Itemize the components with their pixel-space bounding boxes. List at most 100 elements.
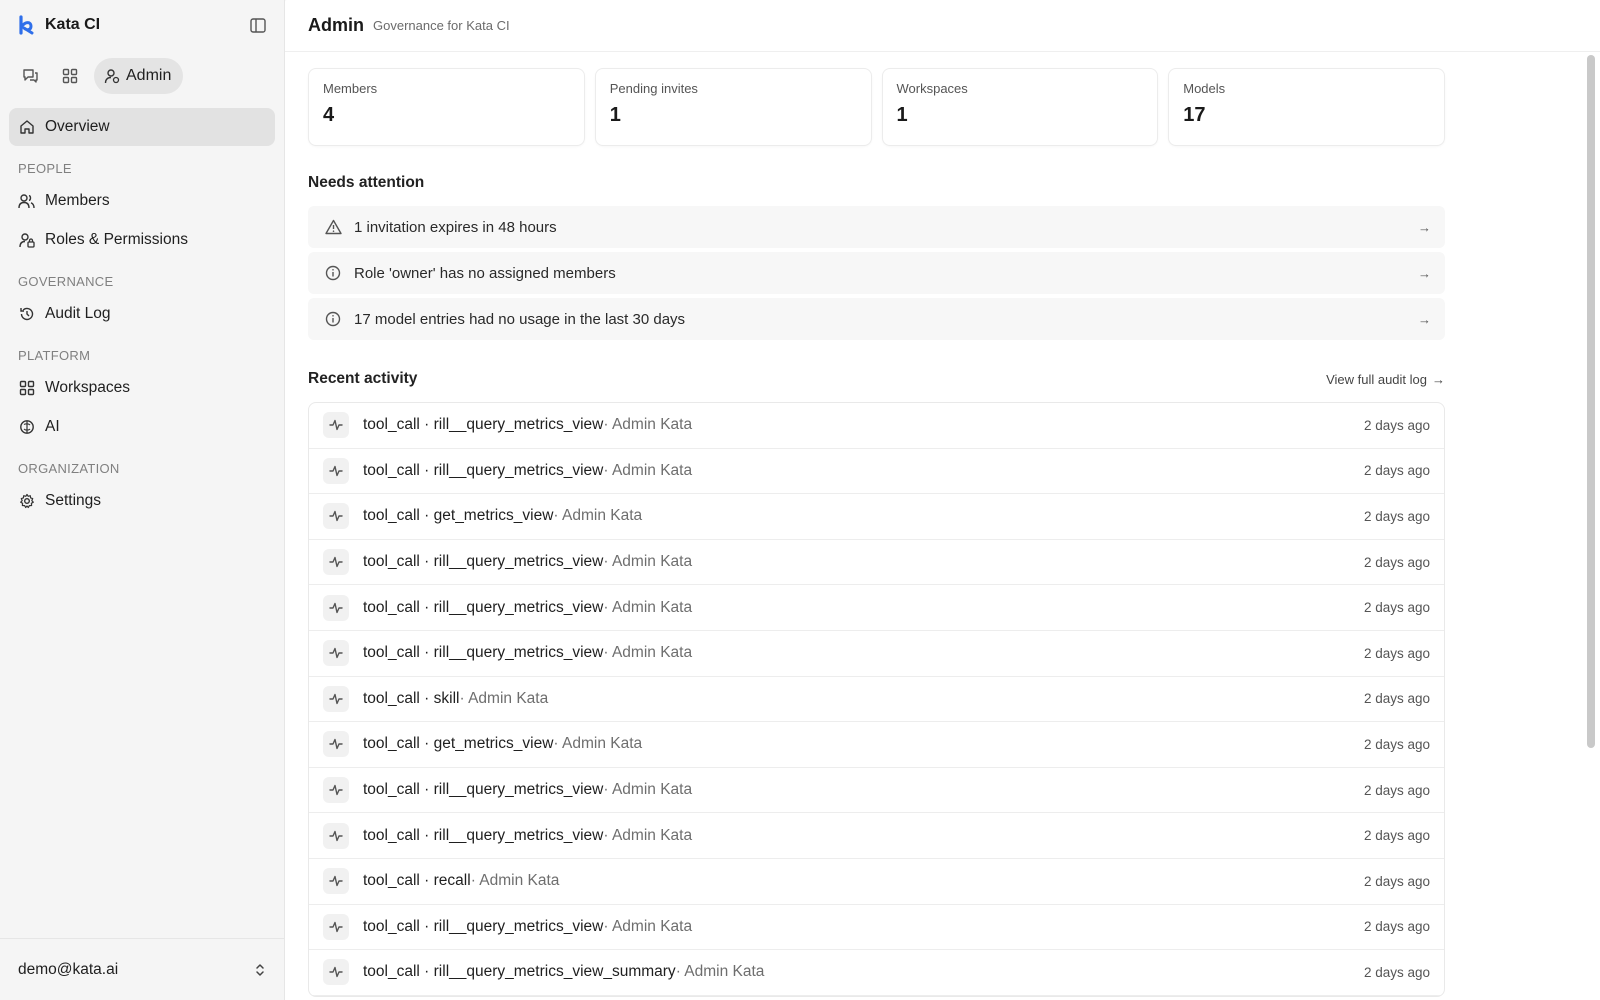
activity-row[interactable]: tool_call · skill · Admin Kata 2 days ago: [309, 677, 1444, 723]
sidebar-item-workspaces[interactable]: Workspaces: [9, 369, 275, 407]
activity-actor: · Admin Kata: [603, 416, 693, 434]
ai-brain-icon: [18, 419, 35, 436]
activity-row[interactable]: tool_call · get_metrics_view · Admin Kat…: [309, 494, 1444, 540]
grid-icon: [62, 68, 78, 84]
activity-row[interactable]: tool_call · rill__query_metrics_view · A…: [309, 540, 1444, 586]
stat-card-pending-invites: Pending invites 1: [594, 68, 872, 146]
activity-pulse-icon: [323, 640, 349, 667]
activity-time: 2 days ago: [1363, 645, 1430, 661]
activity-event: tool_call · rill__query_metrics_view_sum…: [363, 963, 676, 981]
stats-row: Members 4 Pending invites 1 Workspaces 1…: [308, 68, 1445, 146]
recent-activity-title: Recent activity: [308, 370, 418, 387]
activity-time: 2 days ago: [1363, 508, 1430, 524]
activity-actor: · Admin Kata: [459, 689, 549, 707]
page-header: Admin Governance for Kata CI: [285, 0, 1600, 52]
activity-pulse-icon: [323, 822, 349, 849]
activity-pulse-icon: [323, 549, 349, 576]
attention-item[interactable]: 17 model entries had no usage in the las…: [308, 298, 1445, 340]
account-switcher[interactable]: demo@kata.ai: [0, 938, 284, 1000]
history-icon: [18, 306, 35, 323]
sidebar-item-audit-log[interactable]: Audit Log: [9, 295, 275, 333]
app-shell: Kata CI Admin Overview PEOPLE Members Ro…: [0, 0, 1600, 1000]
activity-row[interactable]: tool_call · rill__query_metrics_view · A…: [309, 449, 1444, 495]
view-full-audit-log-link[interactable]: View full audit log →: [1326, 372, 1445, 387]
stat-label: Pending invites: [609, 81, 698, 96]
recent-activity-list: tool_call · rill__query_metrics_view · A…: [308, 402, 1445, 997]
activity-event: tool_call · rill__query_metrics_view: [363, 553, 604, 571]
activity-time: 2 days ago: [1363, 919, 1430, 935]
chat-bubbles-icon: [22, 69, 38, 83]
activity-event: tool_call · rill__query_metrics_view: [363, 461, 604, 479]
sidebar-item-label: AI: [45, 418, 60, 435]
kata-logo-icon: [19, 15, 34, 35]
activity-pulse-icon: [323, 959, 349, 986]
attention-item[interactable]: 1 invitation expires in 48 hours →: [308, 206, 1445, 248]
activity-event: tool_call · rill__query_metrics_view: [363, 416, 604, 434]
activity-event: tool_call · rill__query_metrics_view: [363, 598, 604, 616]
sidebar-toggle-button[interactable]: [246, 14, 270, 36]
activity-time: 2 days ago: [1363, 600, 1430, 616]
admin-label: Admin: [126, 67, 172, 84]
activity-actor: · Admin Kata: [553, 507, 643, 525]
activity-actor: · Admin Kata: [603, 553, 693, 571]
needs-attention-title: Needs attention: [308, 174, 425, 191]
main-content: Admin Governance for Kata CI Members 4 P…: [285, 0, 1600, 1000]
activity-row[interactable]: tool_call · get_metrics_view · Admin Kat…: [309, 722, 1444, 768]
sidebar-item-label: Settings: [45, 492, 102, 509]
gear-icon: [18, 493, 35, 510]
switch-chat-button[interactable]: [14, 60, 46, 92]
activity-row[interactable]: tool_call · rill__query_metrics_view · A…: [309, 403, 1444, 449]
sidebar-item-label: Overview: [45, 118, 110, 135]
activity-event: tool_call · recall: [363, 872, 471, 890]
stat-value: 17: [1183, 104, 1206, 126]
attention-item[interactable]: Role 'owner' has no assigned members →: [308, 252, 1445, 294]
activity-actor: · Admin Kata: [603, 781, 693, 799]
activity-pulse-icon: [323, 457, 349, 484]
activity-row[interactable]: tool_call · rill__query_metrics_view · A…: [309, 585, 1444, 631]
activity-actor: · Admin Kata: [603, 917, 693, 935]
activity-event: tool_call · skill: [363, 689, 460, 707]
user-lock-icon: [18, 232, 35, 249]
users-icon: [18, 193, 35, 210]
activity-event: tool_call · rill__query_metrics_view: [363, 644, 604, 662]
activity-time: 2 days ago: [1363, 828, 1430, 844]
activity-row[interactable]: tool_call · rill__query_metrics_view · A…: [309, 813, 1444, 859]
page-subtitle: Governance for Kata CI: [373, 18, 510, 33]
activity-row[interactable]: tool_call · rill__query_metrics_view · A…: [309, 631, 1444, 677]
switch-admin-button[interactable]: Admin: [94, 58, 184, 94]
sidebar-item-ai[interactable]: AI: [9, 408, 275, 446]
sidebar-item-roles[interactable]: Roles & Permissions: [9, 221, 275, 259]
activity-time: 2 days ago: [1363, 554, 1430, 570]
activity-event: tool_call · rill__query_metrics_view: [363, 826, 604, 844]
sidebar-item-overview[interactable]: Overview: [9, 108, 275, 146]
stat-value: 1: [609, 104, 621, 126]
app-name: Kata CI: [45, 16, 101, 33]
sidebar-item-settings[interactable]: Settings: [9, 482, 275, 520]
activity-row[interactable]: tool_call · rill__query_metrics_view · A…: [309, 768, 1444, 814]
stat-label: Models: [1183, 81, 1226, 96]
grid-icon: [18, 380, 35, 397]
stat-card-workspaces: Workspaces 1: [881, 68, 1159, 146]
activity-row[interactable]: tool_call · recall · Admin Kata 2 days ag…: [309, 859, 1444, 905]
section-label-governance: GOVERNANCE: [18, 274, 114, 289]
sidebar-item-members[interactable]: Members: [9, 182, 275, 220]
section-label-organization: ORGANIZATION: [18, 461, 120, 476]
activity-pulse-icon: [323, 412, 349, 439]
user-shield-icon: [104, 69, 120, 84]
warning-triangle-icon: [324, 218, 342, 236]
user-email: demo@kata.ai: [18, 960, 119, 978]
activity-event: tool_call · get_metrics_view: [363, 507, 554, 525]
attention-text: 17 model entries had no usage in the las…: [354, 310, 686, 328]
activity-row[interactable]: tool_call · rill__query_metrics_view_sum…: [309, 950, 1444, 996]
home-icon: [18, 119, 35, 136]
mode-switcher: Admin: [0, 50, 284, 96]
stat-card-members: Members 4: [308, 68, 585, 146]
activity-event: tool_call · get_metrics_view: [363, 735, 554, 753]
scrollbar[interactable]: [1587, 55, 1595, 748]
activity-actor: · Admin Kata: [470, 872, 560, 890]
switch-grid-button[interactable]: [54, 60, 86, 92]
activity-actor: · Admin Kata: [553, 735, 643, 753]
activity-time: 2 days ago: [1363, 691, 1430, 707]
sidebar-item-label: Audit Log: [45, 305, 111, 322]
activity-row[interactable]: tool_call · rill__query_metrics_view · A…: [309, 905, 1444, 951]
